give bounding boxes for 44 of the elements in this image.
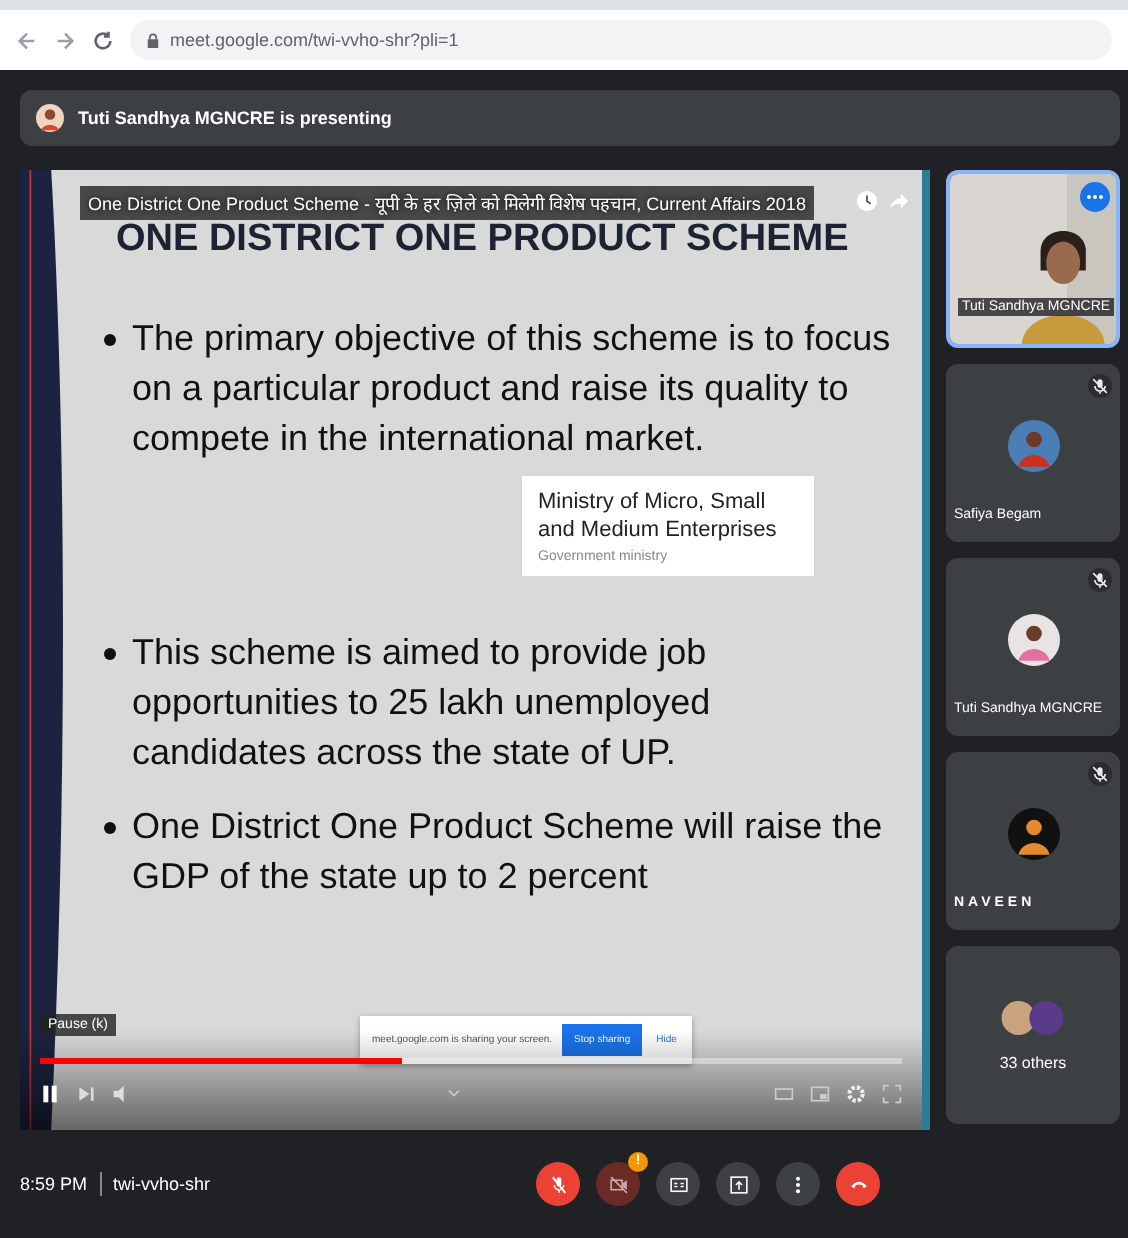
present-button[interactable] <box>716 1162 760 1206</box>
video-title[interactable]: One District One Product Scheme - यूपी के हर ज़िले को मिलेगी विशेष पहचान <box>88 194 637 214</box>
card-title: Ministry of Micro, Small and Medium Enterprises <box>538 488 779 544</box>
forward-icon[interactable] <box>54 29 76 51</box>
more-icon <box>1086 194 1104 200</box>
captions-icon <box>667 1173 689 1195</box>
camera-button[interactable] <box>596 1162 640 1206</box>
avatar-group <box>999 998 1067 1038</box>
others-count: 33 others <box>999 1054 1067 1072</box>
reload-icon[interactable] <box>92 29 114 51</box>
captions-icon[interactable] <box>774 1084 794 1104</box>
captions-button[interactable] <box>656 1162 700 1206</box>
avatar <box>1007 419 1059 471</box>
pause-icon[interactable] <box>40 1084 60 1104</box>
bullet-icon <box>104 822 116 834</box>
back-icon[interactable] <box>16 29 38 51</box>
video-title[interactable]: , Current Affairs 2018 <box>636 194 806 214</box>
clock-time: 8:59 PM <box>20 1174 88 1194</box>
avatar <box>1007 807 1059 859</box>
bullet-text: This scheme is aimed to provide job opportunities to 25 lakh unemployed candidates across the state of UP. <box>132 630 713 776</box>
clock-icon[interactable] <box>856 190 878 212</box>
bullet-text: One District One Product Scheme will raise the GDP of the state up to 2 percent <box>132 804 885 900</box>
camera-off-icon <box>607 1173 629 1195</box>
bullet-icon <box>104 648 116 660</box>
more-options-button[interactable] <box>776 1162 820 1206</box>
settings-icon[interactable] <box>846 1084 866 1104</box>
meeting-code: twi-vvho-shr <box>113 1174 211 1194</box>
bullet-text: The primary objective of this scheme is to focus on a particular product and raise its quality to compete in the international market. <box>132 316 893 462</box>
next-icon[interactable] <box>76 1084 96 1104</box>
mic-off-icon <box>547 1173 569 1195</box>
more-icon <box>794 1173 802 1195</box>
slide-heading: ONE DISTRICT ONE PRODUCT SCHEME <box>114 218 849 262</box>
bullet-icon <box>104 334 116 346</box>
end-call-button[interactable] <box>836 1162 880 1206</box>
avatar <box>36 104 64 132</box>
microphone-button[interactable] <box>536 1162 580 1206</box>
miniplayer-icon[interactable] <box>810 1084 830 1104</box>
progress-bar[interactable] <box>40 1058 902 1064</box>
address-bar[interactable]: meet.google.com/twi-vvho-shr?pli=1 <box>130 20 1112 60</box>
avatar <box>1007 613 1059 665</box>
present-icon <box>727 1173 749 1195</box>
participant-tile[interactable]: 33 others <box>946 946 1120 1124</box>
fullscreen-icon[interactable] <box>882 1084 902 1104</box>
presenting-text: Tuti Sandhya MGNCRE is presenting <box>78 108 392 128</box>
